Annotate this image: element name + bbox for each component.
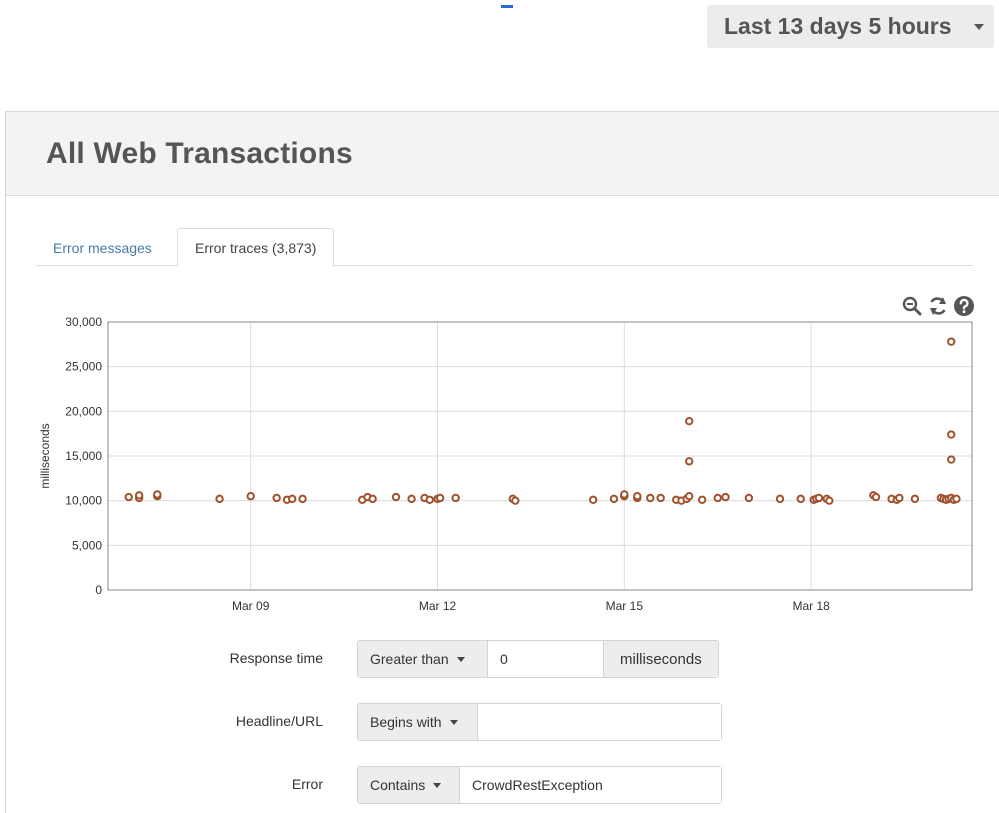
- caret-down-icon: [456, 656, 465, 662]
- data-point: [451, 493, 460, 503]
- y-axis-label: milliseconds: [38, 423, 52, 488]
- filter-headline-url: Headline/URL Begins with: [0, 703, 999, 741]
- data-point: [656, 493, 665, 503]
- data-point: [825, 496, 834, 505]
- data-point: [272, 493, 281, 503]
- data-point: [407, 494, 416, 504]
- x-tick-label: Mar 18: [792, 599, 830, 613]
- filter-label-headline-url: Headline/URL: [235, 713, 323, 729]
- headline-operator-select[interactable]: Begins with: [358, 704, 478, 740]
- filter-group-error: Contains: [357, 766, 722, 804]
- data-point: [609, 494, 619, 504]
- data-point: [684, 416, 694, 426]
- filter-group-headline-url: Begins with: [357, 703, 722, 741]
- headline-operator-label: Begins with: [370, 714, 442, 730]
- y-tick-label: 20,000: [65, 404, 102, 418]
- x-tick-label: Mar 09: [232, 599, 270, 613]
- data-point: [124, 492, 133, 502]
- data-point: [744, 493, 754, 503]
- caret-down-icon: [974, 24, 984, 30]
- data-point: [215, 494, 224, 504]
- data-point: [775, 494, 785, 504]
- data-point: [910, 494, 920, 504]
- caret-down-icon: [433, 782, 442, 788]
- data-point: [153, 490, 162, 499]
- y-tick-label: 5,000: [72, 538, 102, 552]
- data-point: [947, 455, 956, 464]
- filter-label-error: Error: [291, 776, 323, 792]
- filter-group-response-time: Greater than milliseconds: [357, 640, 719, 678]
- error-operator-select[interactable]: Contains: [358, 767, 460, 803]
- data-point: [684, 457, 694, 466]
- data-point: [288, 494, 297, 504]
- data-point: [620, 490, 629, 499]
- data-point: [425, 495, 434, 504]
- y-tick-label: 0: [95, 583, 102, 597]
- filter-label-response-time: Response time: [229, 650, 323, 666]
- data-point: [684, 492, 694, 501]
- x-tick-label: Mar 12: [419, 599, 457, 613]
- response-time-operator-label: Greater than: [370, 651, 449, 667]
- data-point: [368, 494, 377, 504]
- filter-error: Error Contains: [0, 766, 999, 804]
- caret-down-icon: [449, 719, 458, 725]
- error-operator-label: Contains: [370, 777, 426, 793]
- data-point: [796, 494, 805, 504]
- data-point: [646, 493, 655, 503]
- time-range-label: Last 13 days 5 hours: [724, 13, 952, 39]
- data-point: [298, 494, 307, 504]
- time-range-picker[interactable]: Last 13 days 5 hours: [707, 5, 994, 48]
- focus-marker-top: [501, 5, 513, 8]
- data-point: [814, 493, 824, 503]
- response-time-unit: milliseconds: [603, 641, 718, 677]
- y-tick-label: 10,000: [65, 494, 102, 508]
- filter-response-time: Response time Greater than milliseconds: [0, 640, 999, 678]
- response-time-input[interactable]: [488, 641, 603, 677]
- data-point: [713, 493, 722, 503]
- data-point: [246, 492, 255, 501]
- data-point: [947, 430, 956, 439]
- data-point: [697, 495, 707, 504]
- response-time-operator-select[interactable]: Greater than: [358, 641, 488, 677]
- data-point: [588, 495, 598, 504]
- headline-url-input[interactable]: [478, 704, 721, 740]
- y-tick-label: 30,000: [65, 315, 102, 329]
- data-point: [435, 493, 445, 503]
- data-point: [871, 492, 881, 502]
- data-point: [952, 494, 961, 504]
- panel-header: All Web Transactions: [6, 112, 999, 196]
- y-tick-label: 25,000: [65, 360, 102, 374]
- page-title: All Web Transactions: [46, 136, 353, 170]
- error-input[interactable]: [460, 767, 721, 803]
- data-point: [895, 493, 904, 503]
- data-point: [947, 337, 956, 346]
- data-point: [134, 491, 144, 500]
- error-traces-scatter-chart: 0 5,000 10,000 15,000 20,000 25,000 30,000 Mar …: [38, 315, 973, 613]
- data-point: [511, 496, 520, 505]
- data-point: [721, 492, 730, 502]
- data-point: [633, 492, 642, 501]
- x-tick-label: Mar 15: [606, 599, 644, 613]
- data-point: [391, 492, 401, 502]
- y-tick-label: 15,000: [65, 449, 102, 463]
